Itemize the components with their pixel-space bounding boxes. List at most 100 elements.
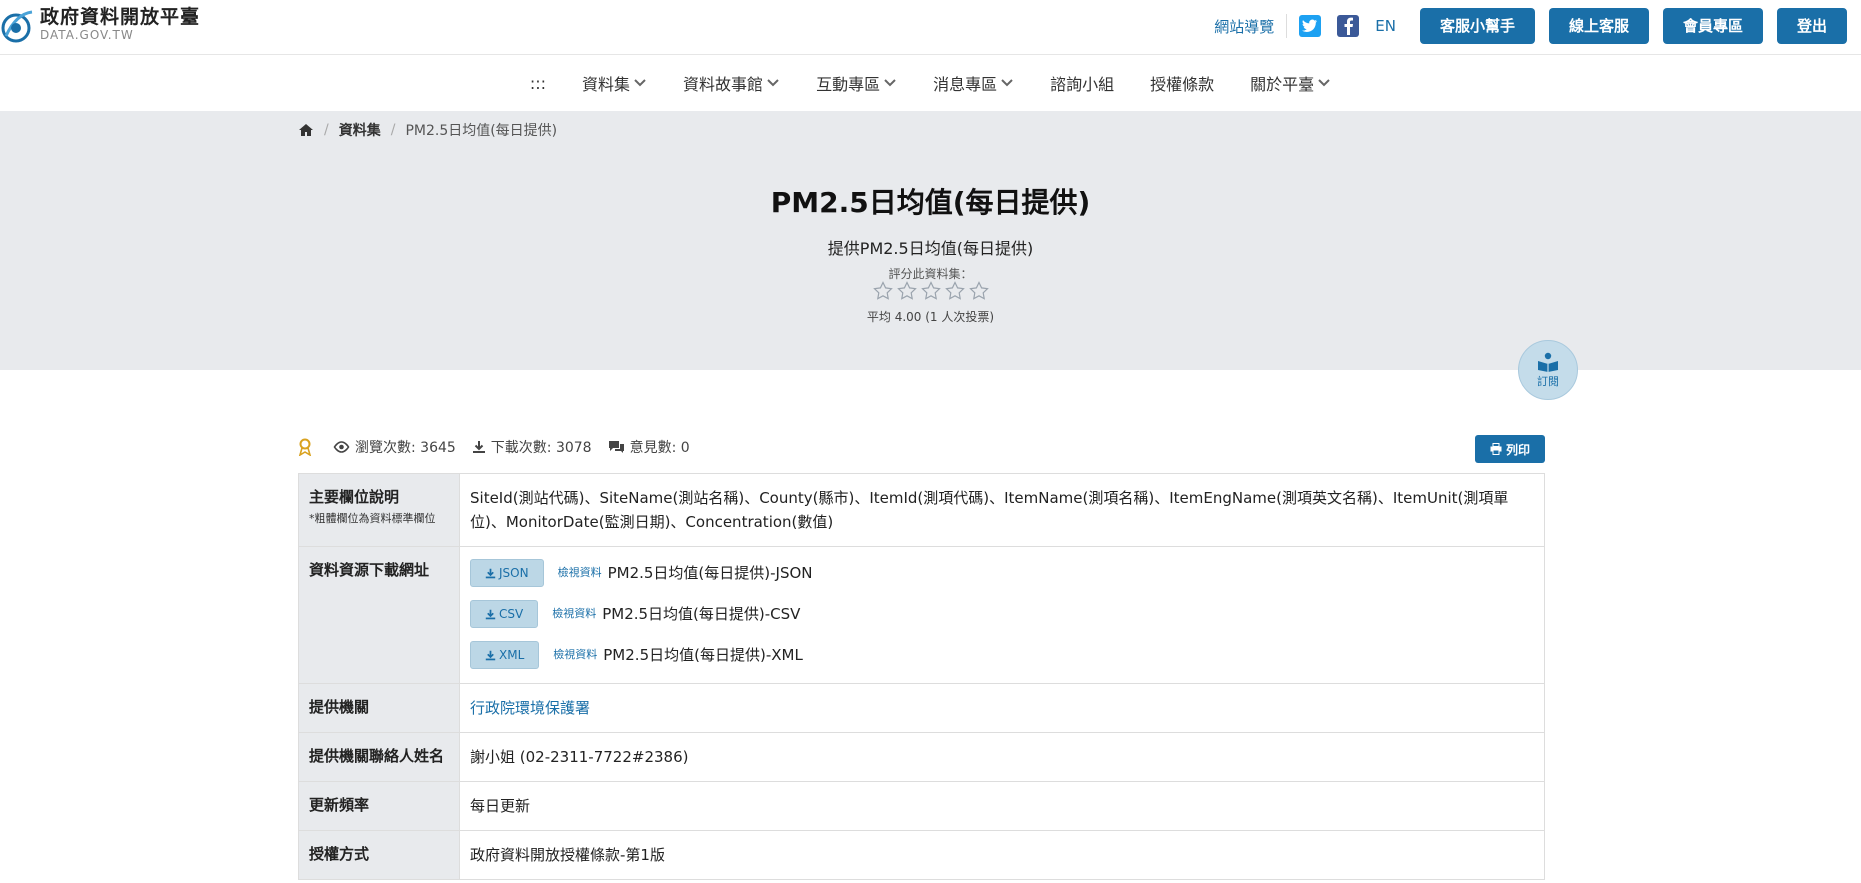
download-count-text: 下載次數: 3078: [490, 440, 592, 456]
logo-title: 政府資料開放平臺: [40, 6, 201, 28]
sitemap-link[interactable]: 網站導覽: [1214, 16, 1274, 37]
chevron-down-icon: [634, 79, 646, 87]
nav-item-data-stories[interactable]: 資料故事館: [683, 71, 780, 95]
fields-label: 主要欄位說明 *粗體欄位為資料標準欄位: [299, 474, 460, 546]
nav-item-label: 諮詢小組: [1050, 75, 1115, 94]
info-row-frequency: 更新頻率 每日更新: [298, 782, 1545, 831]
resource-name: PM2.5日均值(每日提供)-CSV: [602, 605, 801, 623]
agency-link[interactable]: 行政院環境保護署: [470, 699, 590, 717]
chevron-down-icon: [1001, 79, 1013, 87]
logo-subtitle: DATA.GOV.TW: [40, 28, 134, 42]
main-nav: ::: 資料集 資料故事館 互動專區 消息專區 諮詢小組 授權條款 關於平臺: [0, 55, 1861, 111]
info-row-contact: 提供機關聯絡人姓名 謝小姐 (02-2311-7722#2386): [298, 733, 1545, 782]
comment-count: 意見數: 0: [608, 437, 690, 457]
contact-label: 提供機關聯絡人姓名: [299, 733, 460, 781]
subscribe-label: 訂閱: [1537, 374, 1559, 388]
site-logo[interactable]: 政府資料開放平臺 DATA.GOV.TW: [0, 6, 200, 46]
info-row-fields: 主要欄位說明 *粗體欄位為資料標準欄位 SiteId(測站代碼)、SiteNam…: [298, 474, 1545, 547]
download-count: 下載次數: 3078: [472, 437, 592, 457]
nav-item-about[interactable]: 關於平臺: [1250, 71, 1331, 95]
top-bar: 政府資料開放平臺 DATA.GOV.TW 網站導覽 EN 客服小幫手 線上客服 …: [0, 0, 1861, 55]
nav-item-interactive[interactable]: 互動專區: [816, 71, 897, 95]
divider: [1286, 14, 1288, 38]
page-title: PM2.5日均值(每日提供): [770, 186, 1091, 219]
format-label: CSV: [499, 607, 524, 621]
download-csv-button[interactable]: CSV: [470, 600, 539, 628]
resource-name: PM2.5日均值(每日提供)-XML: [603, 646, 803, 664]
star-icon[interactable]: [872, 281, 893, 301]
award-badge: [298, 438, 317, 456]
breadcrumb: / 資料集 / PM2.5日均值(每日提供): [298, 120, 557, 140]
format-label: XML: [499, 648, 525, 662]
star-icon[interactable]: [920, 281, 941, 301]
breadcrumb-datasets[interactable]: 資料集: [339, 120, 381, 140]
download-icon: [472, 441, 485, 453]
download-json-button[interactable]: JSON: [470, 559, 544, 587]
resource-name: PM2.5日均值(每日提供)-JSON: [607, 564, 813, 582]
accessibility-anchor[interactable]: :::: [530, 74, 546, 93]
nav-item-advisory[interactable]: 諮詢小組: [1050, 71, 1114, 95]
award-icon: [298, 438, 312, 456]
facebook-icon[interactable]: [1337, 15, 1360, 37]
license-value: 政府資料開放授權條款-第1版: [470, 846, 665, 864]
twitter-icon[interactable]: [1299, 15, 1322, 37]
resource-item: XML 檢視資料 PM2.5日均值(每日提供)-XML: [470, 641, 1534, 669]
nav-item-datasets[interactable]: 資料集: [582, 71, 647, 95]
resources-list: JSON 檢視資料 PM2.5日均值(每日提供)-JSON CSV 檢視資料 P…: [460, 547, 1544, 683]
rating-average: 平均 4.00 (1 人次投票): [866, 310, 995, 324]
dataset-stats: 瀏覽次數: 3645 下載次數: 3078 意見數: 0: [298, 437, 706, 457]
fields-value: SiteId(測站代碼)、SiteName(測站名稱)、County(縣市)、I…: [470, 489, 1509, 531]
star-icon[interactable]: [968, 281, 989, 301]
view-count: 瀏覽次數: 3645: [333, 437, 456, 457]
print-label: 列印: [1505, 442, 1530, 457]
download-icon: [485, 568, 496, 578]
resource-item: CSV 檢視資料 PM2.5日均值(每日提供)-CSV: [470, 600, 1534, 628]
chevron-down-icon: [884, 79, 896, 87]
nav-item-label: 消息專區: [933, 75, 998, 94]
book-reader-icon: [1538, 352, 1558, 372]
language-switch[interactable]: EN: [1375, 17, 1396, 35]
agency-label: 提供機關: [299, 684, 460, 732]
view-count-text: 瀏覽次數: 3645: [355, 440, 456, 456]
format-label: JSON: [499, 566, 529, 580]
home-icon[interactable]: [298, 123, 314, 137]
nav-item-news[interactable]: 消息專區: [933, 71, 1014, 95]
comment-count-text: 意見數: 0: [629, 440, 690, 456]
info-row-agency: 提供機關 行政院環境保護署: [298, 684, 1545, 733]
dataset-hero: / 資料集 / PM2.5日均值(每日提供) PM2.5日均值(每日提供) 提供…: [0, 111, 1861, 370]
help-assistant-button[interactable]: 客服小幫手: [1419, 8, 1535, 44]
nav-item-label: 授權條款: [1150, 75, 1215, 94]
download-icon: [485, 609, 496, 619]
nav-item-label: 互動專區: [816, 75, 881, 94]
logout-button[interactable]: 登出: [1776, 8, 1847, 44]
chevron-down-icon: [1318, 79, 1330, 87]
star-icon[interactable]: [944, 281, 965, 301]
comments-icon: [608, 441, 624, 453]
dataset-info-table: 主要欄位說明 *粗體欄位為資料標準欄位 SiteId(測站代碼)、SiteNam…: [298, 473, 1545, 880]
download-icon: [485, 650, 496, 660]
nav-item-label: 資料故事館: [683, 75, 764, 94]
fields-note: *粗體欄位為資料標準欄位: [309, 512, 436, 525]
download-xml-button[interactable]: XML: [470, 641, 540, 669]
nav-item-license[interactable]: 授權條款: [1150, 71, 1214, 95]
logo-icon: [1, 10, 33, 43]
preview-xml-link[interactable]: 檢視資料: [553, 643, 597, 667]
breadcrumb-current: PM2.5日均值(每日提供): [405, 123, 558, 139]
preview-json-link[interactable]: 檢視資料: [558, 561, 602, 585]
resources-label: 資料資源下載網址: [299, 547, 460, 683]
member-area-button[interactable]: 會員專區: [1662, 8, 1763, 44]
eye-icon: [333, 441, 350, 453]
nav-item-label: 關於平臺: [1250, 75, 1315, 94]
rating-stars: [0, 281, 1861, 301]
breadcrumb-separator: /: [324, 122, 329, 138]
chevron-down-icon: [767, 79, 779, 87]
star-icon[interactable]: [896, 281, 917, 301]
dataset-description: 提供PM2.5日均值(每日提供): [827, 239, 1034, 258]
subscribe-button[interactable]: 訂閱: [1518, 340, 1578, 400]
fields-label-text: 主要欄位說明: [309, 488, 400, 506]
nav-item-label: 資料集: [582, 75, 631, 94]
print-button[interactable]: 列印: [1475, 435, 1545, 463]
preview-csv-link[interactable]: 檢視資料: [552, 602, 596, 626]
online-support-button[interactable]: 線上客服: [1548, 8, 1649, 44]
info-row-license: 授權方式 政府資料開放授權條款-第1版: [298, 831, 1545, 880]
